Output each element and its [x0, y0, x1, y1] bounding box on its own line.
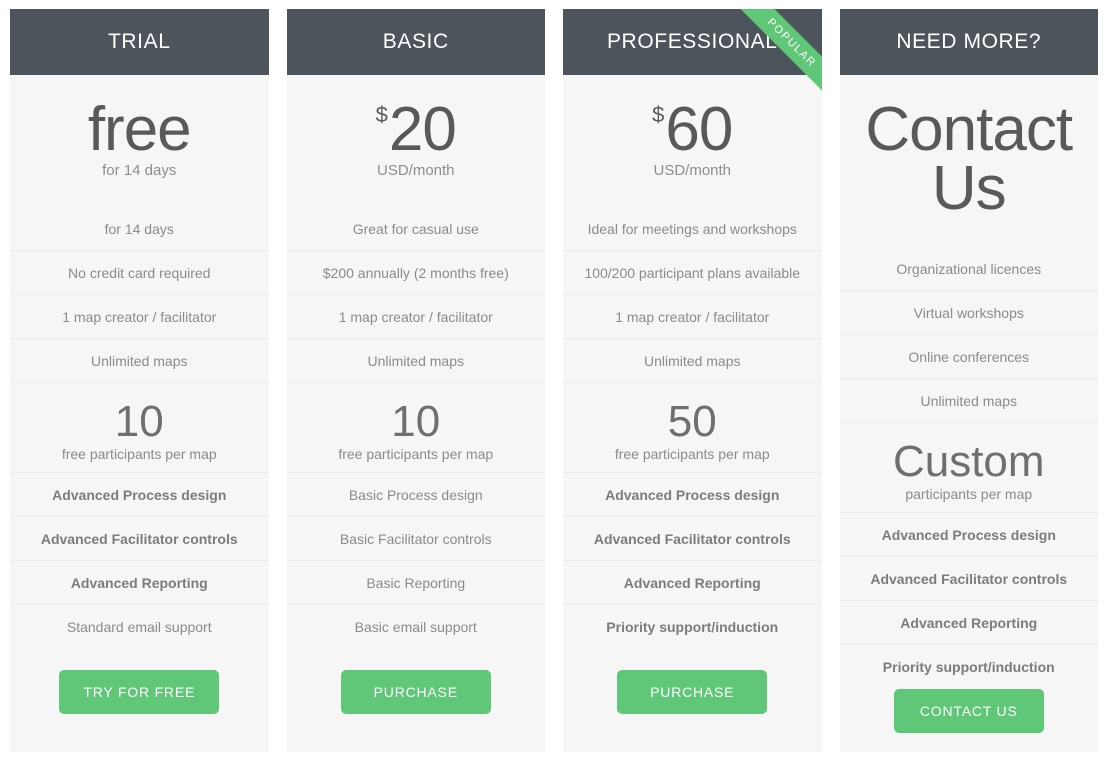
price-block: $60 USD/month	[563, 75, 822, 179]
feature-row: Unlimited maps	[286, 339, 545, 383]
participants-block: 10 free participants per map	[10, 383, 269, 474]
participants-count: Custom	[892, 436, 1045, 486]
price-amount: $60	[563, 99, 822, 161]
price-value: 20	[388, 95, 457, 164]
plan-name: TRIAL	[10, 9, 269, 75]
plan-tagline: Ideal for meetings and workshops	[563, 207, 822, 251]
cta-button[interactable]: PURCHASE	[340, 669, 491, 714]
price-value: free	[87, 95, 192, 164]
price-amount: Contact Us	[840, 99, 1099, 220]
cta-button[interactable]: TRY FOR FREE	[59, 669, 220, 714]
feature-row: Priority support/induction	[606, 619, 779, 636]
price-period: for 14 days	[102, 161, 177, 179]
feature-row: 100/200 participant plans available	[563, 251, 822, 295]
plan-name: BASIC	[286, 9, 545, 75]
price-amount: $20	[287, 99, 546, 161]
participants-block: 10 free participants per map	[286, 383, 545, 474]
participants-block: Custom participants per map	[839, 423, 1098, 513]
participants-caption: free participants per map	[338, 446, 494, 463]
cta-container: TRY FOR FREE	[10, 649, 269, 752]
feature-row: Unlimited maps	[839, 379, 1098, 423]
price-period: USD/month	[653, 161, 732, 179]
feature-row: Priority support/induction	[882, 658, 1055, 675]
plan-tagline: Great for casual use	[286, 207, 545, 251]
pricing-card: BASIC $20 USD/month Great for casual use $20…	[286, 9, 546, 752]
feature-row: No credit card required	[10, 251, 269, 295]
price-block: $20 USD/month	[287, 75, 546, 179]
pricing-card: PROFESSIONAL POPULAR $60 USD/month Ideal for…	[563, 9, 822, 752]
price-value: Contact Us	[865, 95, 1073, 223]
pricing-card: NEED MORE? Contact Us Organizational licen…	[839, 9, 1099, 752]
plan-tagline: Organizational licences	[839, 247, 1098, 291]
price-block: free for 14 days	[10, 75, 269, 179]
participants-count: 10	[114, 396, 164, 446]
price-amount: free	[10, 99, 269, 161]
price-value: 60	[665, 95, 733, 164]
feature-row: 1 map creator / facilitator	[563, 295, 822, 339]
feature-row: Basic Process design	[286, 473, 545, 518]
currency-symbol: $	[375, 102, 388, 127]
participants-caption: free participants per map	[614, 446, 770, 463]
feature-row: Advanced Reporting	[10, 561, 269, 606]
feature-row: 1 map creator / facilitator	[286, 295, 545, 339]
price-block: Contact Us	[840, 75, 1099, 220]
cta-container: CONTACT US	[840, 689, 1099, 752]
participants-caption: free participants per map	[61, 446, 217, 463]
cta-button[interactable]: PURCHASE	[617, 669, 768, 714]
feature-row: Advanced Facilitator controls	[10, 517, 269, 562]
pricing-card: TRIAL free for 14 days for 14 days No credit…	[10, 9, 269, 752]
price-period: USD/month	[376, 161, 455, 179]
participants-caption: participants per map	[905, 485, 1033, 502]
feature-row: Unlimited maps	[10, 339, 269, 383]
feature-row: 1 map creator / facilitator	[10, 295, 269, 339]
feature-row: Standard email support	[66, 619, 212, 636]
cta-container: PURCHASE	[287, 649, 546, 752]
participants-count: 50	[667, 396, 717, 446]
feature-row: Unlimited maps	[563, 339, 822, 383]
plan-name: NEED MORE?	[839, 9, 1098, 75]
currency-symbol: $	[652, 102, 665, 127]
feature-row: Online conferences	[839, 335, 1098, 379]
feature-row: Advanced Facilitator controls	[563, 517, 822, 562]
feature-row: Advanced Process design	[839, 513, 1098, 557]
feature-row: $200 annually (2 months free)	[286, 251, 545, 295]
cta-container: PURCHASE	[563, 649, 822, 752]
participants-block: 50 free participants per map	[563, 383, 822, 474]
feature-row: Advanced Reporting	[839, 601, 1098, 645]
feature-row: Basic Reporting	[286, 561, 545, 606]
feature-row: Advanced Process design	[563, 473, 822, 518]
cta-button[interactable]: CONTACT US	[893, 689, 1044, 734]
plan-tagline: for 14 days	[10, 207, 269, 251]
feature-row: Virtual workshops	[839, 291, 1098, 335]
feature-row: Advanced Facilitator controls	[839, 557, 1098, 601]
feature-row: Advanced Reporting	[563, 561, 822, 606]
pricing-table: TRIAL free for 14 days for 14 days No credit…	[0, 0, 1108, 759]
participants-count: 10	[391, 396, 441, 446]
feature-row: Basic email support	[354, 619, 477, 636]
feature-row: Basic Facilitator controls	[286, 517, 545, 562]
feature-row: Advanced Process design	[10, 473, 269, 518]
plan-name: PROFESSIONAL	[563, 9, 822, 75]
